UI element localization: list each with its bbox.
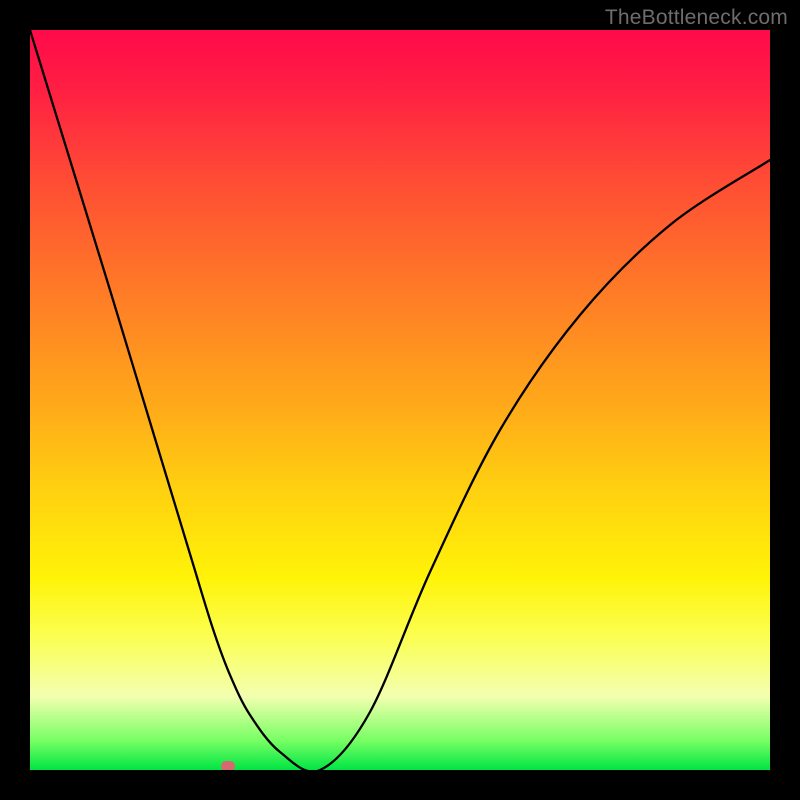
- plot-area: [30, 30, 770, 770]
- watermark-label: TheBottleneck.com: [605, 6, 788, 30]
- min-point-marker: [221, 761, 235, 770]
- chart-frame: TheBottleneck.com: [0, 0, 800, 800]
- bottleneck-curve: [30, 30, 770, 770]
- curve-layer: [30, 30, 770, 770]
